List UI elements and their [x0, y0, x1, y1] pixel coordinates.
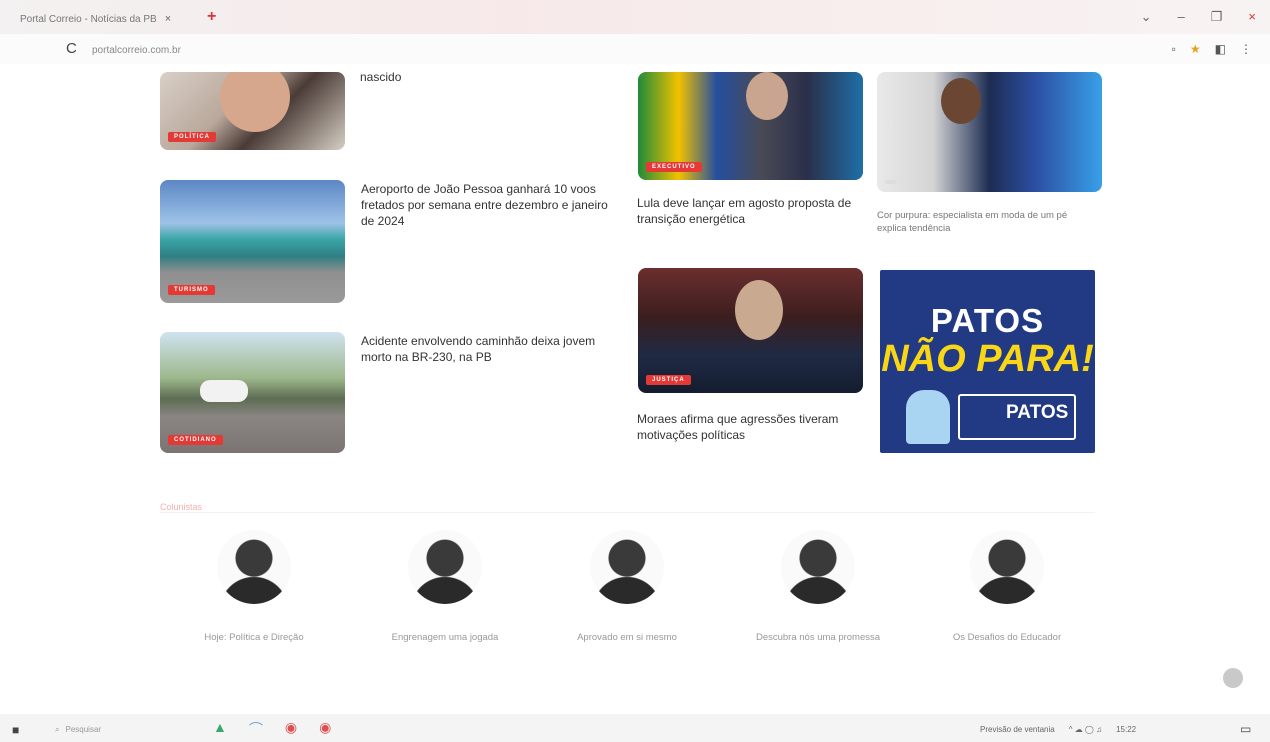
columnist-name [164, 614, 344, 626]
columnist-name [537, 614, 717, 626]
columnist-card[interactable]: Os Desafios do Educador [917, 530, 1097, 645]
ad-logo-text: PATOS [1006, 402, 1069, 423]
clock[interactable]: 15:22 [1116, 725, 1136, 734]
avatar[interactable] [217, 530, 291, 604]
star-icon[interactable]: ★ [1190, 42, 1201, 56]
sidebar-icon[interactable]: ◧ [1215, 42, 1226, 56]
columnist-card[interactable]: Descubra nós uma promessa [728, 530, 908, 645]
columnist-title[interactable]: Os Desafios do Educador [917, 632, 1097, 645]
article-image[interactable]: JUSTIÇA [638, 268, 863, 393]
ad-illustration [906, 390, 950, 444]
chrome-icon[interactable]: ◉ [319, 719, 331, 739]
files-icon[interactable]: ⌒ [249, 719, 263, 739]
tab-close-icon[interactable]: × [165, 13, 171, 25]
ad-banner[interactable]: PATOS NÃO PARA! PATOS [880, 270, 1095, 453]
columnist-card[interactable]: Hoje: Política e Direção [164, 530, 344, 645]
tray-icons[interactable]: ^ ☁ ◯ ♫ [1069, 725, 1102, 734]
chevron-down-icon[interactable]: ⌄ [1141, 9, 1152, 25]
window-controls: ⌄ – ❐ × [1141, 9, 1256, 25]
minimize-button[interactable]: – [1178, 9, 1185, 25]
system-tray: Previsão de ventania ^ ☁ ◯ ♫ 15:22 [980, 725, 1136, 734]
close-window-button[interactable]: × [1248, 9, 1256, 25]
section-label[interactable]: Colunistas [160, 502, 202, 512]
avatar[interactable] [408, 530, 482, 604]
avatar[interactable] [781, 530, 855, 604]
search-placeholder: Pesquisar [65, 725, 102, 734]
columnist-title[interactable]: Descubra nós uma promessa [728, 632, 908, 645]
widgets-icon[interactable]: ▲ [213, 719, 227, 739]
article-headline[interactable]: Acidente envolvendo caminhão deixa jovem… [361, 334, 616, 366]
start-button[interactable]: ■ [12, 723, 19, 737]
article-headline[interactable]: Cor purpura: especialista em moda de um … [877, 210, 1099, 236]
columnist-title[interactable]: Engrenagem uma jogada [355, 632, 535, 645]
columnist-card[interactable]: Engrenagem uma jogada [355, 530, 535, 645]
section-divider [160, 512, 1095, 513]
article-image[interactable]: EXECUTIVO [638, 72, 863, 180]
columnist-name [917, 614, 1097, 626]
url-field[interactable]: portalcorreio.com.br [92, 45, 181, 56]
article-tag[interactable]: COTIDIANO [168, 435, 223, 445]
article-headline[interactable]: nascido [360, 70, 610, 86]
article-tag[interactable]: TURISMO [168, 285, 215, 295]
columnist-title[interactable]: Hoje: Política e Direção [164, 632, 344, 645]
columnist-name [728, 614, 908, 626]
extension-icon[interactable]: ▫ [1172, 42, 1176, 56]
avatar[interactable] [970, 530, 1044, 604]
columnist-card[interactable]: Aprovado em si mesmo [537, 530, 717, 645]
columnist-title[interactable]: Aprovado em si mesmo [537, 632, 717, 645]
article-tag[interactable]: EXECUTIVO [646, 162, 702, 172]
article-image[interactable]: TURISMO [160, 180, 345, 303]
taskbar-apps: ▲ ⌒ ◉ ◉ [213, 719, 331, 739]
taskbar-search[interactable]: ⌕ Pesquisar [55, 725, 101, 735]
maximize-button[interactable]: ❐ [1211, 9, 1223, 25]
article-headline[interactable]: Moraes afirma que agressões tiveram moti… [637, 412, 862, 444]
article-headline[interactable]: Lula deve lançar em agosto proposta de t… [637, 196, 862, 228]
columnist-name [355, 614, 535, 626]
notification-icon[interactable]: ▭ [1240, 722, 1251, 736]
address-bar-icons: ▫ ★ ◧ ⋮ [1172, 42, 1252, 56]
article-tag[interactable] [885, 180, 897, 184]
chrome-icon[interactable]: ◉ [285, 719, 297, 739]
new-tab-button[interactable]: + [207, 8, 216, 26]
reload-icon[interactable]: C [66, 40, 77, 57]
browser-tab-bar: Portal Correio - Notícias da PB × + ⌄ – … [0, 0, 1270, 34]
article-image[interactable]: POLÍTICA [160, 72, 345, 150]
scroll-to-top-button[interactable] [1223, 668, 1243, 688]
weather-text[interactable]: Previsão de ventania [980, 725, 1055, 734]
article-image[interactable]: COTIDIANO [160, 332, 345, 453]
article-headline[interactable]: Aeroporto de João Pessoa ganhará 10 voos… [361, 182, 616, 229]
ad-slogan: NÃO PARA! [881, 338, 1094, 380]
article-image[interactable] [877, 72, 1102, 192]
article-tag[interactable]: JUSTIÇA [646, 375, 691, 385]
tab-title: Portal Correio - Notícias da PB [20, 13, 157, 25]
ad-title: PATOS [930, 302, 1045, 339]
search-icon: ⌕ [55, 725, 60, 734]
address-bar [0, 34, 1270, 64]
menu-icon[interactable]: ⋮ [1240, 42, 1252, 56]
avatar[interactable] [590, 530, 664, 604]
article-tag[interactable]: POLÍTICA [168, 132, 216, 142]
browser-tab[interactable]: Portal Correio - Notícias da PB × [10, 6, 200, 32]
